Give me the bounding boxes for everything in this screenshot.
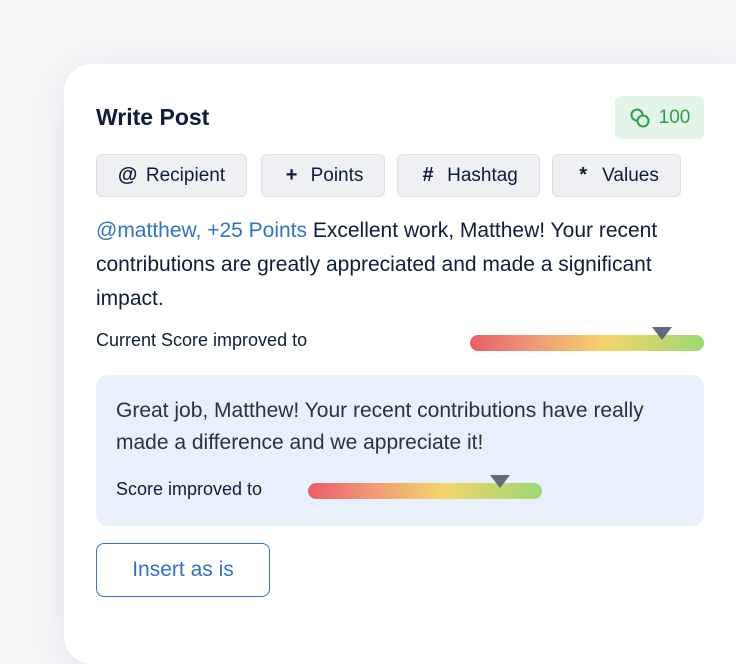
hash-icon: # <box>422 164 434 186</box>
points-balance-value: 100 <box>658 106 691 128</box>
at-icon: @ <box>117 164 138 186</box>
insert-as-is-button[interactable]: Insert as is <box>96 543 270 597</box>
recipient-chip-label: Recipient <box>145 164 226 186</box>
suggestion-text: Great job, Matthew! Your recent contribu… <box>116 399 644 454</box>
current-score-label: Current Score improved to <box>96 330 308 350</box>
asterisk-icon: * <box>579 164 588 186</box>
points-chip-label: Points <box>310 164 364 186</box>
suggestion-score-marker-icon <box>489 475 510 488</box>
current-score-marker-icon <box>651 327 672 340</box>
recipient-chip[interactable]: @ Recipient <box>96 154 247 197</box>
suggestion-score-label: Score improved to <box>116 479 263 499</box>
mention-text: @matthew, +25 Points <box>96 219 308 242</box>
coins-icon <box>630 108 650 127</box>
points-chip[interactable]: + Points <box>261 154 385 197</box>
suggestion-box[interactable]: Great job, Matthew! Your recent contribu… <box>96 375 704 526</box>
write-post-card: Write Post 100 @ Recipient + Points # Ha… <box>64 64 736 664</box>
values-chip[interactable]: * Values <box>552 154 681 197</box>
plus-icon: + <box>285 164 298 186</box>
post-message-input[interactable]: @matthew, +25 Points Excellent work, Mat… <box>96 214 706 316</box>
page-title: Write Post <box>96 104 210 130</box>
points-balance-badge: 100 <box>615 96 704 139</box>
hashtag-chip[interactable]: # Hashtag <box>397 154 540 197</box>
hashtag-chip-label: Hashtag <box>447 164 518 186</box>
values-chip-label: Values <box>602 164 659 186</box>
